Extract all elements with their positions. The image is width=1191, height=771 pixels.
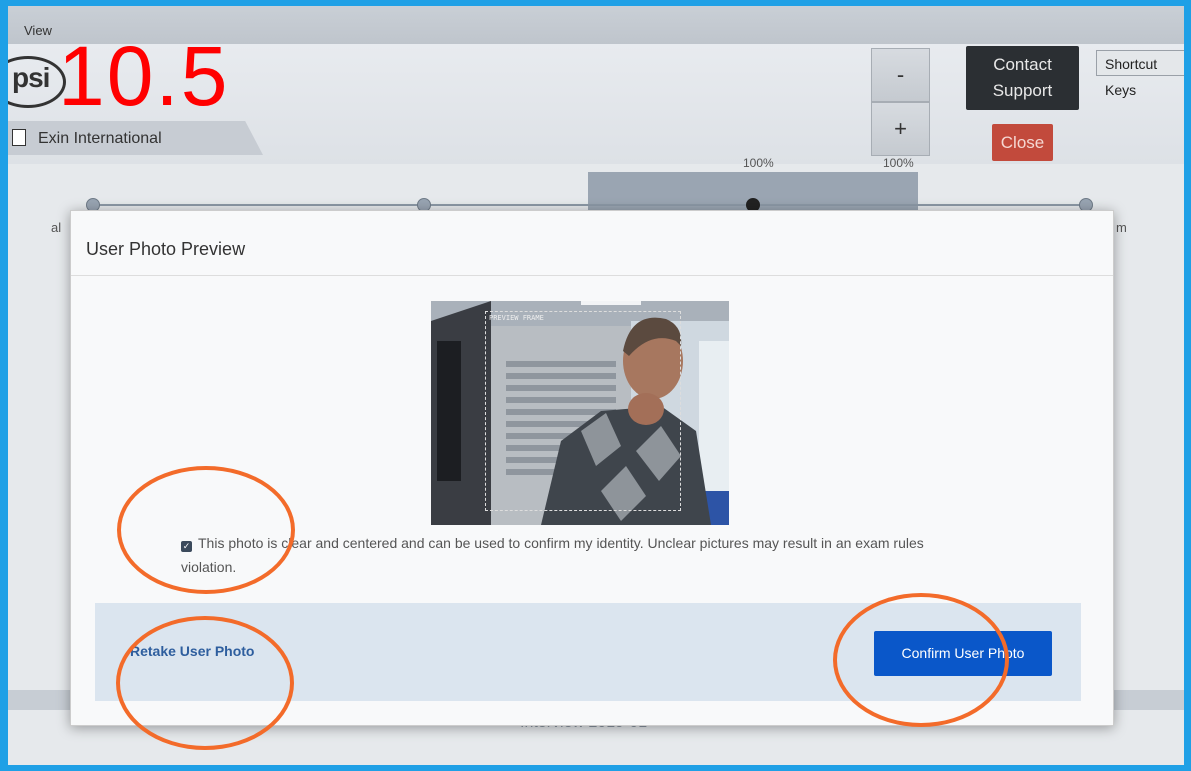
logo-text: psi (12, 62, 50, 93)
zoom-out-button[interactable]: - (871, 48, 930, 102)
background-text-right: m (1116, 220, 1127, 235)
exam-tab-label: Exin International (38, 130, 162, 147)
exam-tab[interactable]: Exin International (8, 121, 263, 155)
menu-view[interactable]: View (24, 23, 52, 38)
shortcut-keys-button[interactable]: Shortcut Keys (1096, 50, 1184, 98)
user-photo: PREVIEW FRAME (431, 301, 729, 525)
zoom-in-button[interactable]: + (871, 102, 930, 156)
psi-logo: psi (8, 56, 66, 108)
dialog-header: User Photo Preview (71, 211, 1113, 276)
zoom-readout: 100% (743, 156, 774, 170)
dialog-title: User Photo Preview (86, 239, 246, 259)
progress-track (92, 204, 1088, 206)
annotation-circle-checkbox (117, 466, 295, 594)
preview-frame-label: PREVIEW FRAME (489, 314, 544, 322)
background-text-left: al (51, 220, 62, 235)
preview-frame (485, 311, 681, 511)
document-icon (12, 129, 26, 146)
close-button[interactable]: Close (992, 124, 1053, 161)
contact-support-button[interactable]: Contact Support (966, 46, 1079, 110)
annotation-circle-confirm (833, 593, 1009, 727)
annotation-number: 10.5 (58, 29, 230, 123)
annotation-circle-retake (116, 616, 294, 750)
confirm-photo-row: ✓ This photo is clear and centered and ca… (181, 531, 981, 579)
zoom-readout-right: 100% (883, 156, 914, 170)
